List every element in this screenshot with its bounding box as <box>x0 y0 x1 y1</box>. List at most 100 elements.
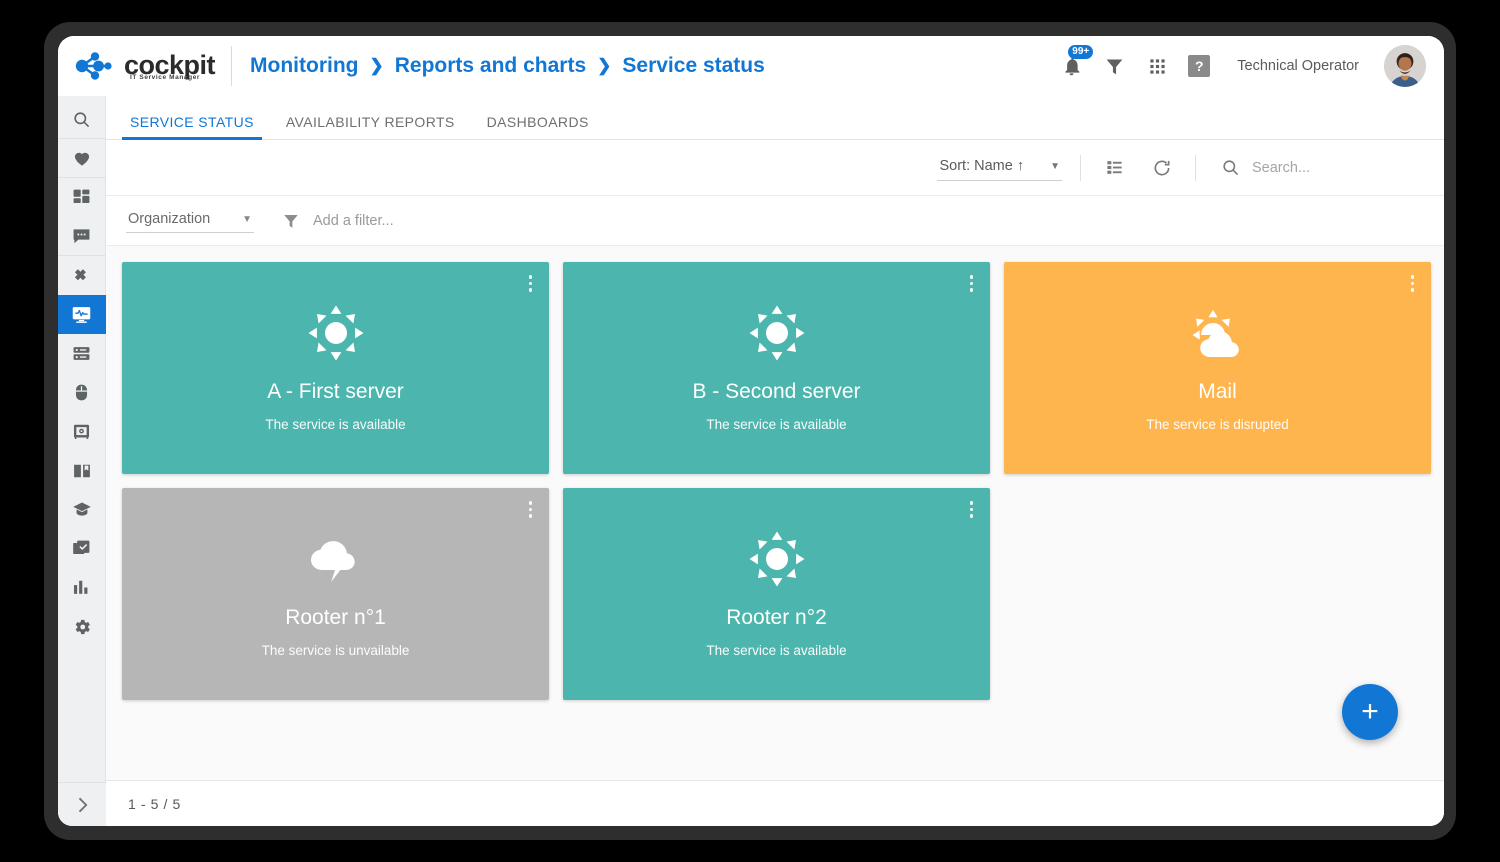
service-card-title: Rooter n°2 <box>726 606 827 629</box>
help-icon[interactable]: ? <box>1188 55 1211 77</box>
service-card-title: B - Second server <box>692 380 861 403</box>
service-card-title: A - First server <box>267 380 404 403</box>
toolbar: Sort: Name ↑ ▼ <box>106 140 1444 196</box>
sidebar-item-devices[interactable] <box>58 373 106 412</box>
service-card[interactable]: B - Second server The service is availab… <box>563 262 990 474</box>
pagination-label: 1 - 5 / 5 <box>128 795 181 812</box>
breadcrumb-item-monitoring[interactable]: Monitoring <box>250 54 358 78</box>
search-icon <box>72 110 91 129</box>
breadcrumb-separator-icon: ❯ <box>597 56 612 75</box>
card-menu-icon[interactable] <box>528 501 532 518</box>
service-card[interactable]: Rooter n°1 The service is unvailable <box>122 488 549 700</box>
apps-grid-icon[interactable] <box>1145 54 1169 78</box>
sidebar-item-reports[interactable] <box>58 568 106 607</box>
sidebar <box>58 96 106 826</box>
card-menu-icon[interactable] <box>969 501 973 518</box>
tab-bar: SERVICE STATUS AVAILABILITY REPORTS DASH… <box>106 96 1444 140</box>
card-menu-icon[interactable] <box>528 275 532 292</box>
sun-icon <box>306 304 366 362</box>
monitor-pulse-icon <box>71 304 92 325</box>
sun-icon <box>747 304 807 362</box>
chevron-down-icon: ▼ <box>1050 160 1060 172</box>
sidebar-item-training[interactable] <box>58 490 106 529</box>
organization-dropdown[interactable]: Organization ▼ <box>126 208 254 233</box>
sidebar-item-settings[interactable] <box>58 607 106 646</box>
app-window: cockpit IT Service Manager Monitoring ❯ … <box>58 36 1444 826</box>
safe-icon <box>72 422 91 441</box>
funnel-icon <box>282 212 300 230</box>
dashboard-grid-icon <box>72 188 91 207</box>
search-box[interactable] <box>1220 158 1402 178</box>
filter-bar: Organization ▼ Add a filter... <box>106 196 1444 246</box>
service-card-status: The service is available <box>265 417 406 432</box>
sidebar-item-monitoring[interactable] <box>58 295 106 334</box>
search-icon[interactable] <box>1220 158 1240 178</box>
service-card-status: The service is available <box>706 643 847 658</box>
filter-icon[interactable] <box>1102 54 1126 78</box>
sidebar-expand-button[interactable] <box>58 782 106 826</box>
sidebar-item-messages[interactable] <box>58 217 106 256</box>
content: SERVICE STATUS AVAILABILITY REPORTS DASH… <box>106 96 1444 826</box>
avatar[interactable] <box>1384 45 1426 87</box>
gear-icon <box>72 617 92 637</box>
sidebar-item-favorites[interactable] <box>58 139 106 178</box>
brand-logo[interactable]: cockpit IT Service Manager <box>74 46 233 86</box>
add-service-button[interactable]: + <box>1342 684 1398 740</box>
sidebar-item-knowledge[interactable] <box>58 451 106 490</box>
service-card-status: The service is unvailable <box>261 643 410 658</box>
sidebar-item-servers[interactable] <box>58 334 106 373</box>
device-frame: cockpit IT Service Manager Monitoring ❯ … <box>44 22 1456 840</box>
card-menu-icon[interactable] <box>1410 275 1414 292</box>
sidebar-item-tasks[interactable] <box>58 529 106 568</box>
user-name-label: Technical Operator <box>1237 58 1359 74</box>
card-menu-icon[interactable] <box>969 275 973 292</box>
bell-icon[interactable]: 99+ <box>1059 45 1094 78</box>
notification-badge: 99+ <box>1068 45 1094 59</box>
server-icon <box>72 344 91 363</box>
service-card[interactable]: Rooter n°2 The service is available <box>563 488 990 700</box>
service-cards-area: A - First server The service is availabl… <box>106 246 1444 780</box>
tab-availability-reports[interactable]: AVAILABILITY REPORTS <box>270 114 471 139</box>
service-card-status: The service is disrupted <box>1146 417 1289 432</box>
brand-tagline: IT Service Manager <box>130 74 201 81</box>
book-icon <box>72 461 92 481</box>
breadcrumb-item-reports-and-charts[interactable]: Reports and charts <box>395 54 586 78</box>
sidebar-item-assets[interactable] <box>58 412 106 451</box>
top-bar: cockpit IT Service Manager Monitoring ❯ … <box>58 36 1444 96</box>
sidebar-item-search[interactable] <box>58 100 106 139</box>
add-filter-control[interactable]: Add a filter... <box>282 212 394 230</box>
checkbox-stack-icon <box>72 539 91 558</box>
mouse-icon <box>72 383 91 402</box>
search-input[interactable] <box>1252 159 1402 176</box>
sort-dropdown[interactable]: Sort: Name ↑ ▼ <box>937 154 1062 181</box>
list-view-icon[interactable] <box>1099 153 1129 183</box>
service-card[interactable]: A - First server The service is availabl… <box>122 262 549 474</box>
footer: 1 - 5 / 5 <box>106 780 1444 826</box>
tab-service-status[interactable]: SERVICE STATUS <box>114 114 270 140</box>
bar-chart-icon <box>72 578 91 597</box>
breadcrumb-item-service-status[interactable]: Service status <box>622 54 764 78</box>
sidebar-item-tickets[interactable] <box>58 256 106 295</box>
ticket-icon <box>72 266 92 286</box>
tab-dashboards[interactable]: DASHBOARDS <box>471 114 605 139</box>
top-bar-actions: 99+ ? Technical Operator <box>1059 45 1426 87</box>
chevron-down-icon: ▼ <box>242 213 252 225</box>
sort-label: Sort: Name ↑ <box>939 158 1025 174</box>
heart-icon <box>72 148 92 168</box>
refresh-icon[interactable] <box>1147 153 1177 183</box>
service-card-status: The service is available <box>706 417 847 432</box>
service-card[interactable]: Mail The service is disrupted <box>1004 262 1431 474</box>
breadcrumb-separator-icon: ❯ <box>369 56 384 75</box>
graduation-cap-icon <box>72 500 92 520</box>
organization-label: Organization <box>128 211 211 227</box>
service-cards-grid: A - First server The service is availabl… <box>122 262 1444 700</box>
sun-icon <box>747 530 807 588</box>
service-card-title: Mail <box>1198 380 1237 403</box>
add-filter-placeholder: Add a filter... <box>313 212 394 229</box>
toolbar-divider <box>1080 154 1081 181</box>
toolbar-divider <box>1195 154 1196 181</box>
breadcrumb: Monitoring ❯ Reports and charts ❯ Servic… <box>250 54 765 78</box>
storm-cloud-icon <box>306 530 366 588</box>
sidebar-item-dashboard[interactable] <box>58 178 106 217</box>
cockpit-logo-icon <box>74 51 118 81</box>
